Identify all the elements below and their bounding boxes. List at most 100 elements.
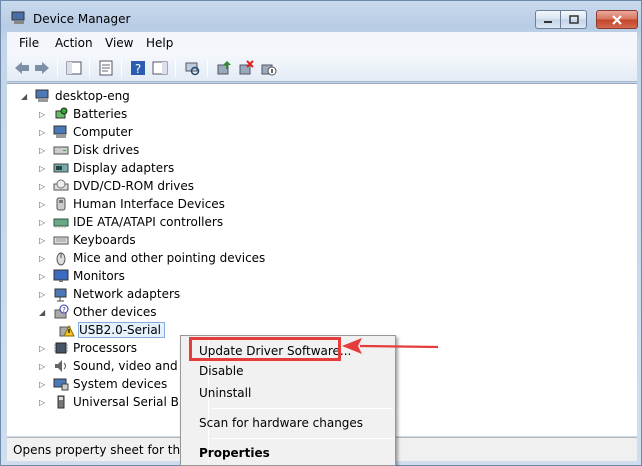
menu-item-scan-hardware-changes[interactable]: Scan for hardware changes	[199, 416, 363, 430]
computer-icon	[35, 89, 49, 102]
properties-icon[interactable]	[97, 59, 115, 77]
expand-arrow-icon[interactable]: ▷	[39, 218, 48, 227]
tree-item[interactable]: ◢ ? Other devices	[39, 303, 157, 321]
display-adapter-icon	[53, 163, 69, 173]
collapse-arrow-icon[interactable]: ◢	[21, 92, 30, 101]
minimize-button[interactable]	[535, 10, 561, 29]
network-adapter-icon	[54, 288, 67, 302]
title-bar[interactable]: Device Manager	[1, 1, 641, 32]
other-devices-icon: ?	[54, 304, 69, 319]
tree-item-label: Batteries	[73, 107, 128, 121]
tree-item[interactable]: ▷ Batteries	[39, 105, 127, 123]
expand-arrow-icon[interactable]: ▷	[39, 398, 48, 407]
expand-arrow-icon[interactable]: ▷	[39, 110, 48, 119]
expand-arrow-icon[interactable]: ▷	[39, 254, 48, 263]
menu-separator	[211, 408, 393, 409]
tree-item-label: IDE ATA/ATAPI controllers	[73, 215, 224, 229]
menu-help[interactable]: Help	[146, 36, 173, 50]
tree-item-label: Keyboards	[73, 233, 136, 247]
svg-text:?: ?	[62, 306, 66, 314]
tree-item-label: Universal Serial B	[73, 395, 179, 409]
tree-item-label: Human Interface Devices	[73, 197, 225, 211]
expand-arrow-icon[interactable]: ▷	[39, 128, 48, 137]
tree-root-desktop-eng[interactable]: ◢ desktop-eng	[21, 87, 130, 105]
computer-icon	[53, 125, 67, 138]
toolbar-separator	[89, 59, 90, 77]
expand-arrow-icon[interactable]: ▷	[39, 146, 48, 155]
collapse-arrow-icon[interactable]: ◢	[39, 308, 48, 317]
menu-file[interactable]: File	[19, 36, 39, 50]
minimize-icon	[544, 20, 552, 23]
tree-item[interactable]: ▷ Monitors	[39, 267, 125, 285]
tree-item[interactable]: ▷ Universal Serial B	[39, 393, 179, 411]
status-text: Opens property sheet for the	[13, 443, 188, 457]
toolbar-separator	[207, 59, 208, 77]
show-hide-console-tree-icon[interactable]	[65, 59, 83, 77]
uninstall-device-icon[interactable]	[237, 59, 255, 77]
tree-item[interactable]: ▷ Processors	[39, 339, 137, 357]
tree-item[interactable]: USB2.0-Serial	[59, 321, 166, 339]
back-arrow-icon[interactable]	[13, 59, 31, 77]
tree-label-root: desktop-eng	[55, 89, 130, 103]
close-button[interactable]	[596, 10, 638, 29]
disk-drive-icon	[53, 146, 69, 155]
battery-icon	[55, 107, 68, 119]
red-arrow-annotation	[342, 338, 439, 354]
menu-separator	[211, 438, 393, 439]
mouse-icon	[56, 252, 66, 266]
tree-item-label: Other devices	[73, 305, 157, 319]
expand-arrow-icon[interactable]: ▷	[39, 272, 48, 281]
tree-item-label: USB2.0-Serial	[77, 322, 166, 338]
monitor-icon	[53, 269, 69, 282]
menu-item-uninstall[interactable]: Uninstall	[199, 386, 251, 400]
expand-arrow-icon[interactable]: ▷	[39, 236, 48, 245]
tree-item-label: Processors	[73, 341, 138, 355]
expand-arrow-icon[interactable]: ▷	[39, 182, 48, 191]
tree-item[interactable]: ▷ Computer	[39, 123, 133, 141]
tree-item[interactable]: ▷ Sound, video and	[39, 357, 178, 375]
scan-hardware-icon[interactable]	[183, 59, 201, 77]
device-manager-app-icon	[11, 11, 25, 24]
tree-item-label: Sound, video and	[73, 359, 178, 373]
menu-bar: File Action View Help	[7, 32, 637, 54]
highlight-annotation-box	[189, 337, 341, 361]
tree-item-label: Network adapters	[73, 287, 181, 301]
svg-text:?: ?	[135, 62, 141, 76]
expand-arrow-icon[interactable]: ▷	[39, 380, 48, 389]
tree-item[interactable]: ▷ Keyboards	[39, 231, 136, 249]
expand-arrow-icon[interactable]: ▷	[39, 344, 48, 353]
menu-item-properties[interactable]: Properties	[199, 446, 270, 460]
update-driver-icon[interactable]	[215, 59, 233, 77]
warning-device-icon	[59, 324, 75, 337]
tree-item[interactable]: ▷ Network adapters	[39, 285, 180, 303]
toolbar-separator	[57, 59, 58, 77]
hid-icon	[56, 197, 66, 211]
disable-device-icon[interactable]	[259, 59, 277, 77]
menu-action[interactable]: Action	[55, 36, 93, 50]
tree-item[interactable]: ▷ Disk drives	[39, 141, 139, 159]
tree-item[interactable]: ▷ DVD/CD-ROM drives	[39, 177, 194, 195]
sound-icon	[55, 360, 66, 372]
help-icon[interactable]: ?	[129, 59, 147, 77]
tree-item[interactable]: ▷ Human Interface Devices	[39, 195, 225, 213]
forward-arrow-icon[interactable]	[33, 59, 51, 77]
menu-item-disable[interactable]: Disable	[199, 364, 244, 378]
processor-icon	[54, 342, 68, 354]
expand-arrow-icon[interactable]: ▷	[39, 200, 48, 209]
tree-item[interactable]: ▷ Display adapters	[39, 159, 174, 177]
tree-item-label: Display adapters	[73, 161, 175, 175]
tree-item[interactable]: ▷ IDE ATA/ATAPI controllers	[39, 213, 223, 231]
expand-arrow-icon[interactable]: ▷	[39, 290, 48, 299]
action-pane-icon[interactable]	[151, 59, 169, 77]
maximize-icon	[568, 15, 579, 24]
tree-item[interactable]: ▷ Mice and other pointing devices	[39, 249, 265, 267]
tree-item-label: Disk drives	[73, 143, 140, 157]
maximize-button[interactable]	[561, 10, 587, 29]
tree-item[interactable]: ▷ System devices	[39, 375, 167, 393]
toolbar: ?	[7, 54, 637, 82]
tree-item-label: Monitors	[73, 269, 125, 283]
menu-view[interactable]: View	[105, 36, 133, 50]
expand-arrow-icon[interactable]: ▷	[39, 362, 48, 371]
keyboard-icon	[53, 236, 69, 245]
expand-arrow-icon[interactable]: ▷	[39, 164, 48, 173]
